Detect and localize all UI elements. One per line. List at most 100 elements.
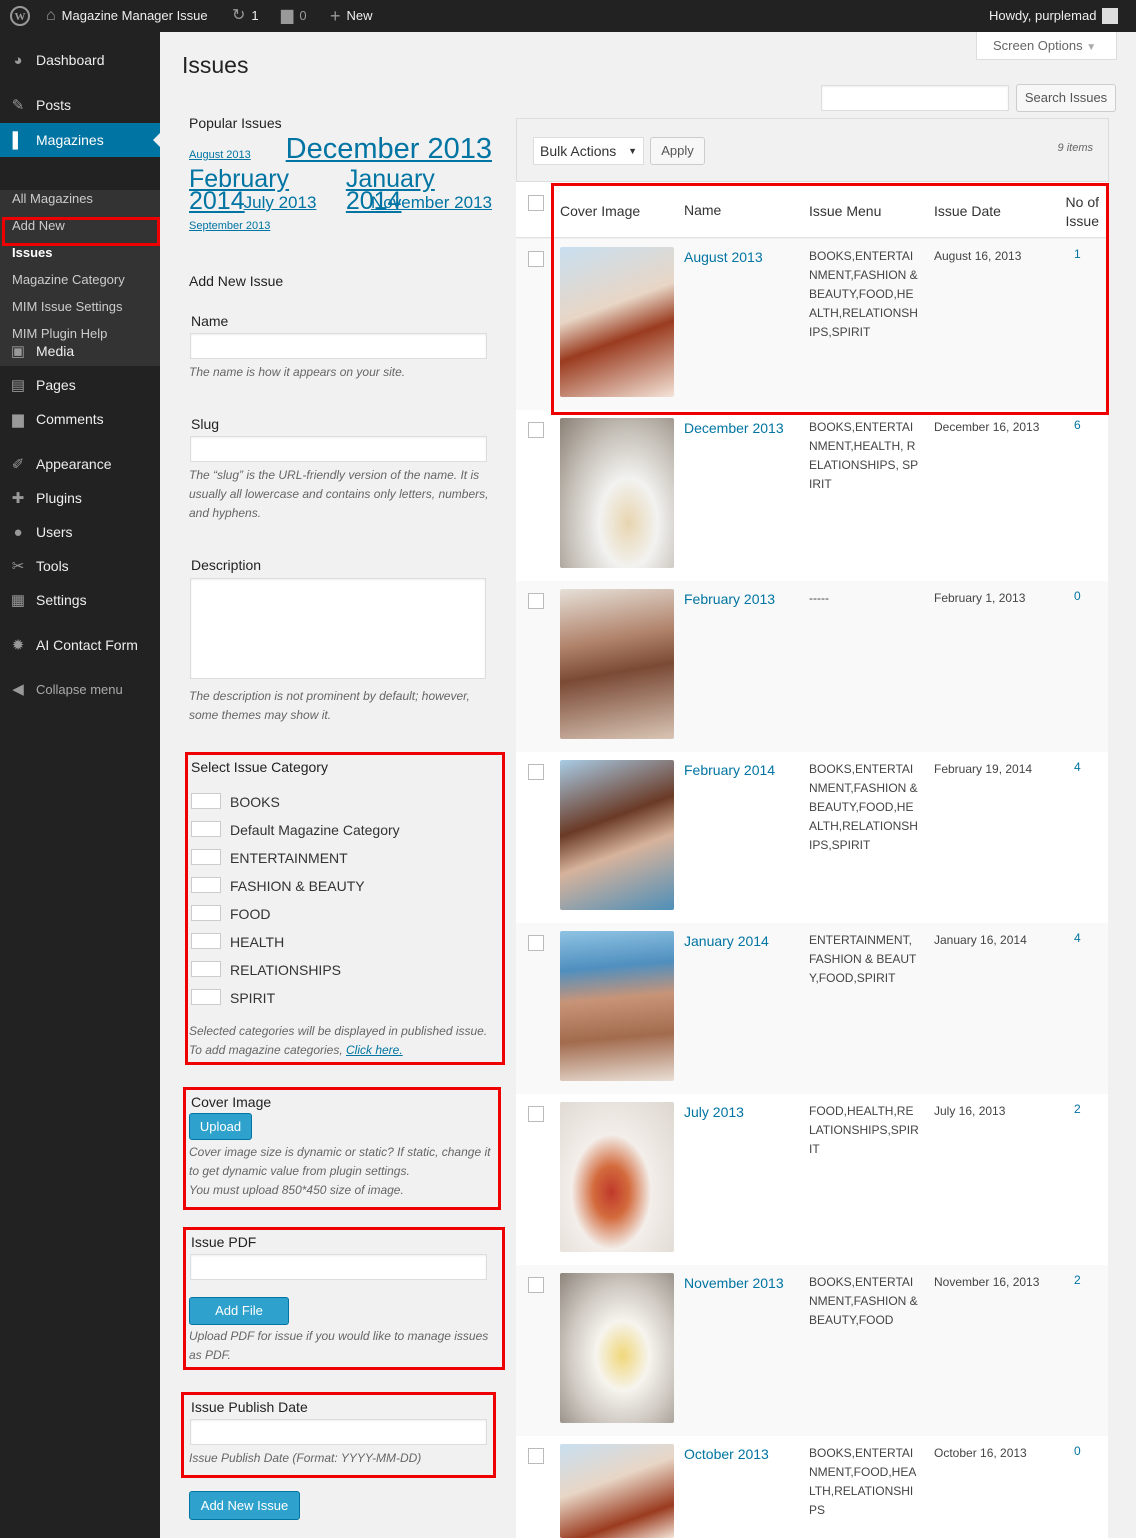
tag-august-2013[interactable]: August 2013 bbox=[189, 144, 251, 166]
issue-pdf-input[interactable] bbox=[190, 1254, 487, 1280]
name-input[interactable] bbox=[190, 333, 487, 359]
issue-count-link[interactable]: 0 bbox=[1074, 1444, 1081, 1458]
cover-thumbnail bbox=[560, 760, 674, 910]
menu-settings[interactable]: ▦ Settings bbox=[0, 583, 160, 617]
issue-menu: BOOKS,ENTERTAINMENT,FASHION & BEAUTY,FOO… bbox=[809, 1275, 918, 1327]
category-checkbox-default[interactable] bbox=[191, 821, 221, 837]
issue-count-link[interactable]: 2 bbox=[1074, 1273, 1081, 1287]
category-checkbox-books[interactable] bbox=[191, 793, 221, 809]
add-category-link[interactable]: Click here. bbox=[346, 1043, 403, 1057]
category-checkbox-relationships[interactable] bbox=[191, 961, 221, 977]
home-icon: ⌂ bbox=[46, 7, 56, 24]
category-checkbox-spirit[interactable] bbox=[191, 989, 221, 1005]
apply-button[interactable]: Apply bbox=[650, 137, 705, 165]
menu-comments[interactable]: ▆ Comments bbox=[0, 402, 160, 436]
slug-input[interactable] bbox=[190, 436, 487, 462]
menu-magazines[interactable]: ▌ Magazines bbox=[0, 123, 160, 157]
menu-users[interactable]: ● Users bbox=[0, 515, 160, 549]
add-file-button[interactable]: Add File bbox=[189, 1297, 289, 1325]
menu-posts[interactable]: ✎ Posts bbox=[0, 88, 160, 122]
category-label-fashion: FASHION & BEAUTY bbox=[230, 878, 365, 894]
submenu-mim-issue-settings[interactable]: MIM Issue Settings bbox=[12, 296, 123, 318]
category-checkbox-health[interactable] bbox=[191, 933, 221, 949]
submenu-add-new[interactable]: Add New bbox=[12, 215, 65, 237]
bulk-actions-select[interactable]: Bulk Actions ▼ bbox=[533, 137, 644, 165]
issue-name-link[interactable]: February 2013 bbox=[684, 589, 794, 609]
upload-button[interactable]: Upload bbox=[189, 1113, 252, 1140]
publish-date-input[interactable] bbox=[190, 1419, 487, 1445]
issue-count-link[interactable]: 1 bbox=[1074, 247, 1081, 261]
select-all-checkbox[interactable] bbox=[528, 195, 544, 211]
menu-label: Pages bbox=[36, 377, 76, 393]
submenu-all-magazines[interactable]: All Magazines bbox=[12, 188, 93, 210]
row-checkbox[interactable] bbox=[528, 764, 544, 780]
header-no-of-issue: No of Issue bbox=[1065, 194, 1099, 229]
category-checkbox-entertainment[interactable] bbox=[191, 849, 221, 865]
issue-name-link[interactable]: February 2014 bbox=[684, 760, 794, 780]
screen-options-label: Screen Options bbox=[993, 38, 1083, 53]
header-name[interactable]: Name bbox=[684, 202, 721, 218]
issue-name-link[interactable]: January 2014 bbox=[684, 931, 794, 951]
account-link[interactable]: Howdy, purplemad bbox=[989, 0, 1119, 32]
menu-ai-contact-form[interactable]: ✹ AI Contact Form bbox=[0, 628, 160, 662]
gear-icon: ✹ bbox=[11, 637, 25, 654]
collapse-menu[interactable]: ◀ Collapse menu bbox=[0, 672, 160, 706]
new-content-link[interactable]: + New bbox=[330, 0, 373, 32]
tag-september-2013[interactable]: September 2013 bbox=[189, 220, 270, 232]
menu-tools[interactable]: ✂ Tools bbox=[0, 549, 160, 583]
admin-sidebar: ◕ Dashboard ✎ Posts ▌ Magazines All Magazin… bbox=[0, 32, 160, 1538]
issue-count-link[interactable]: 4 bbox=[1074, 760, 1081, 774]
comments-count: 0 bbox=[299, 8, 307, 23]
menu-pages[interactable]: ▤ Pages bbox=[0, 368, 160, 402]
row-checkbox[interactable] bbox=[528, 422, 544, 438]
category-checkbox-fashion[interactable] bbox=[191, 877, 221, 893]
plus-icon: + bbox=[330, 6, 341, 26]
tag-july-2013[interactable]: July 2013 bbox=[244, 192, 317, 214]
row-checkbox[interactable] bbox=[528, 935, 544, 951]
issue-name-link[interactable]: December 2013 bbox=[684, 418, 794, 438]
add-new-issue-button[interactable]: Add New Issue bbox=[189, 1491, 300, 1520]
search-input[interactable] bbox=[821, 85, 1009, 111]
issue-count-link[interactable]: 0 bbox=[1074, 589, 1081, 603]
row-checkbox[interactable] bbox=[528, 593, 544, 609]
issue-name-link[interactable]: July 2013 bbox=[684, 1102, 794, 1122]
issue-count-link[interactable]: 2 bbox=[1074, 1102, 1081, 1116]
description-hint: The description is not prominent by defa… bbox=[189, 689, 470, 722]
menu-appearance[interactable]: ✐ Appearance bbox=[0, 447, 160, 481]
search-issues-button[interactable]: Search Issues bbox=[1016, 84, 1116, 112]
row-checkbox[interactable] bbox=[528, 1106, 544, 1122]
updates-link[interactable]: ↻ 1 bbox=[232, 0, 259, 32]
issue-name-link[interactable]: August 2013 bbox=[684, 247, 794, 267]
screen-options-button[interactable]: Screen Options ▼ bbox=[976, 32, 1117, 60]
row-checkbox[interactable] bbox=[528, 1448, 544, 1464]
issue-name-link[interactable]: October 2013 bbox=[684, 1444, 794, 1464]
name-hint: The name is how it appears on your site. bbox=[189, 365, 406, 379]
issue-count-link[interactable]: 4 bbox=[1074, 931, 1081, 945]
issue-name-link[interactable]: November 2013 bbox=[684, 1273, 794, 1293]
menu-label: Settings bbox=[36, 592, 87, 608]
issue-date: November 16, 2013 bbox=[934, 1275, 1040, 1289]
wordpress-logo-icon[interactable]: W bbox=[10, 0, 30, 32]
category-hint-2: To add magazine categories, Click here. bbox=[189, 1041, 509, 1060]
category-checkbox-food[interactable] bbox=[191, 905, 221, 921]
row-checkbox[interactable] bbox=[528, 251, 544, 267]
tag-november-2013[interactable]: November 2013 bbox=[371, 192, 492, 214]
submenu-magazine-category[interactable]: Magazine Category bbox=[12, 269, 125, 291]
cover-thumbnail bbox=[560, 589, 674, 739]
description-textarea[interactable] bbox=[190, 578, 486, 679]
menu-label: Tools bbox=[36, 558, 69, 574]
collapse-label: Collapse menu bbox=[36, 681, 123, 697]
media-icon: ▣ bbox=[10, 343, 26, 360]
site-name-link[interactable]: ⌂ Magazine Manager Issue bbox=[46, 0, 208, 32]
comments-link[interactable]: ▆ 0 bbox=[281, 0, 307, 32]
table-row: November 2013 BOOKS,ENTERTAINMENT,FASHIO… bbox=[516, 1265, 1108, 1436]
menu-dashboard[interactable]: ◕ Dashboard bbox=[0, 43, 160, 77]
submenu-issues[interactable]: Issues bbox=[12, 242, 52, 264]
issue-menu: FOOD,HEALTH,RELATIONSHIPS,SPIRIT bbox=[809, 1104, 919, 1156]
menu-plugins[interactable]: ✚ Plugins bbox=[0, 481, 160, 515]
cover-thumbnail bbox=[560, 931, 674, 1081]
menu-media[interactable]: ▣ Media bbox=[0, 334, 160, 368]
issue-count-link[interactable]: 6 bbox=[1074, 418, 1081, 432]
row-checkbox[interactable] bbox=[528, 1277, 544, 1293]
tag-december-2013[interactable]: December 2013 bbox=[286, 135, 492, 164]
